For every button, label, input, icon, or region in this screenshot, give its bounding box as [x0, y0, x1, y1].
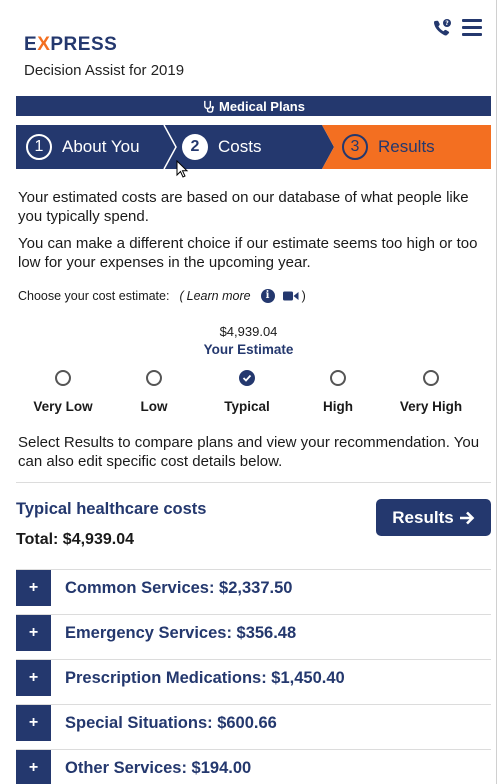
- accordion-title[interactable]: Emergency Services: $356.48: [65, 624, 296, 643]
- instructions-paragraph: Select Results to compare plans and view…: [18, 434, 480, 470]
- option-label: High: [323, 399, 353, 414]
- express-logo[interactable]: EXPRESS: [24, 34, 117, 56]
- learn-more-suffix: ): [301, 289, 306, 303]
- video-icon[interactable]: [282, 291, 299, 301]
- step-about-you[interactable]: 1 About You: [26, 125, 140, 169]
- costs-title: Typical healthcare costs: [16, 500, 207, 518]
- option-low[interactable]: Low: [109, 370, 199, 414]
- plan-type-label: Medical Plans: [219, 98, 305, 114]
- arrow-right-icon: [459, 511, 475, 524]
- option-high[interactable]: High: [293, 370, 383, 414]
- radio-low[interactable]: [146, 370, 162, 386]
- option-typical[interactable]: Typical: [202, 370, 292, 414]
- results-button[interactable]: Results: [376, 499, 491, 536]
- logo-prefix: E: [24, 34, 38, 55]
- check-icon: [242, 374, 252, 382]
- step-number: 2: [182, 134, 208, 160]
- choose-estimate-row: Choose your cost estimate: ( Learn more …: [18, 289, 306, 303]
- intro-paragraph-1: Your estimated costs are based on our da…: [18, 189, 469, 225]
- accordion-title[interactable]: Common Services: $2,337.50: [65, 579, 292, 598]
- your-estimate: $4,939.04 Your Estimate: [0, 324, 497, 357]
- logo-suffix: PRESS: [50, 34, 118, 55]
- stethoscope-icon: [204, 100, 214, 113]
- accordion-common-services[interactable]: + Common Services: $2,337.50: [16, 570, 491, 606]
- plus-icon[interactable]: +: [16, 750, 51, 784]
- learn-more-link[interactable]: Learn more: [187, 289, 251, 303]
- radio-very-high[interactable]: [423, 370, 439, 386]
- plus-icon[interactable]: +: [16, 660, 51, 696]
- mouse-pointer-icon: [176, 160, 189, 178]
- logo-x: X: [37, 34, 51, 55]
- step-number: 3: [342, 134, 368, 160]
- choose-label: Choose your cost estimate:: [18, 289, 170, 303]
- hamburger-menu-icon[interactable]: [462, 19, 482, 37]
- option-label: Low: [140, 399, 168, 414]
- plus-icon[interactable]: +: [16, 570, 51, 606]
- accordion-title[interactable]: Other Services: $194.00: [65, 759, 251, 778]
- plus-icon[interactable]: +: [16, 705, 51, 741]
- divider: [16, 482, 491, 483]
- step-label: Results: [378, 137, 435, 156]
- accordion-emergency-services[interactable]: + Emergency Services: $356.48: [16, 615, 491, 651]
- step-results[interactable]: 3 Results: [342, 125, 435, 169]
- accordion-title[interactable]: Prescription Medications: $1,450.40: [65, 669, 345, 688]
- radio-very-low[interactable]: [55, 370, 71, 386]
- accordion-other-services[interactable]: + Other Services: $194.00: [16, 750, 491, 784]
- option-very-low[interactable]: Very Low: [18, 370, 108, 414]
- plan-type-bar: Medical Plans: [16, 96, 491, 116]
- accordion-prescription-medications[interactable]: + Prescription Medications: $1,450.40: [16, 660, 491, 696]
- phone-chat-icon[interactable]: ?: [432, 18, 452, 38]
- costs-total: Total: $4,939.04: [16, 531, 134, 548]
- step-costs[interactable]: 2 Costs: [182, 125, 261, 169]
- info-icon[interactable]: i: [260, 289, 275, 303]
- results-button-label: Results: [392, 507, 454, 527]
- option-very-high[interactable]: Very High: [386, 370, 476, 414]
- accordion-special-situations[interactable]: + Special Situations: $600.66: [16, 705, 491, 741]
- step-label: About You: [62, 137, 140, 156]
- estimate-amount: $4,939.04: [219, 324, 278, 339]
- estimate-options: Very Low Low Typical High Very High: [16, 370, 491, 420]
- learn-more-prefix: (: [179, 289, 184, 303]
- app-frame: EXPRESS Decision Assist for 2019 ? Medic…: [0, 0, 497, 784]
- option-label: Very High: [399, 399, 463, 414]
- intro-paragraph-2: You can make a different choice if our e…: [18, 235, 478, 271]
- option-label: Typical: [224, 399, 270, 414]
- radio-high[interactable]: [330, 370, 346, 386]
- radio-typical[interactable]: [239, 370, 255, 386]
- estimate-label: Your Estimate: [203, 342, 294, 357]
- option-label: Very Low: [33, 399, 93, 414]
- step-number: 1: [26, 134, 52, 160]
- header: EXPRESS Decision Assist for 2019 ?: [0, 0, 497, 95]
- progress-steps: 1 About You 2 Costs 3 Results: [16, 125, 491, 169]
- svg-text:?: ?: [445, 20, 449, 27]
- accordion-title[interactable]: Special Situations: $600.66: [65, 714, 277, 733]
- app-subtitle: Decision Assist for 2019: [24, 62, 185, 79]
- step-label: Costs: [218, 137, 262, 156]
- plus-icon[interactable]: +: [16, 615, 51, 651]
